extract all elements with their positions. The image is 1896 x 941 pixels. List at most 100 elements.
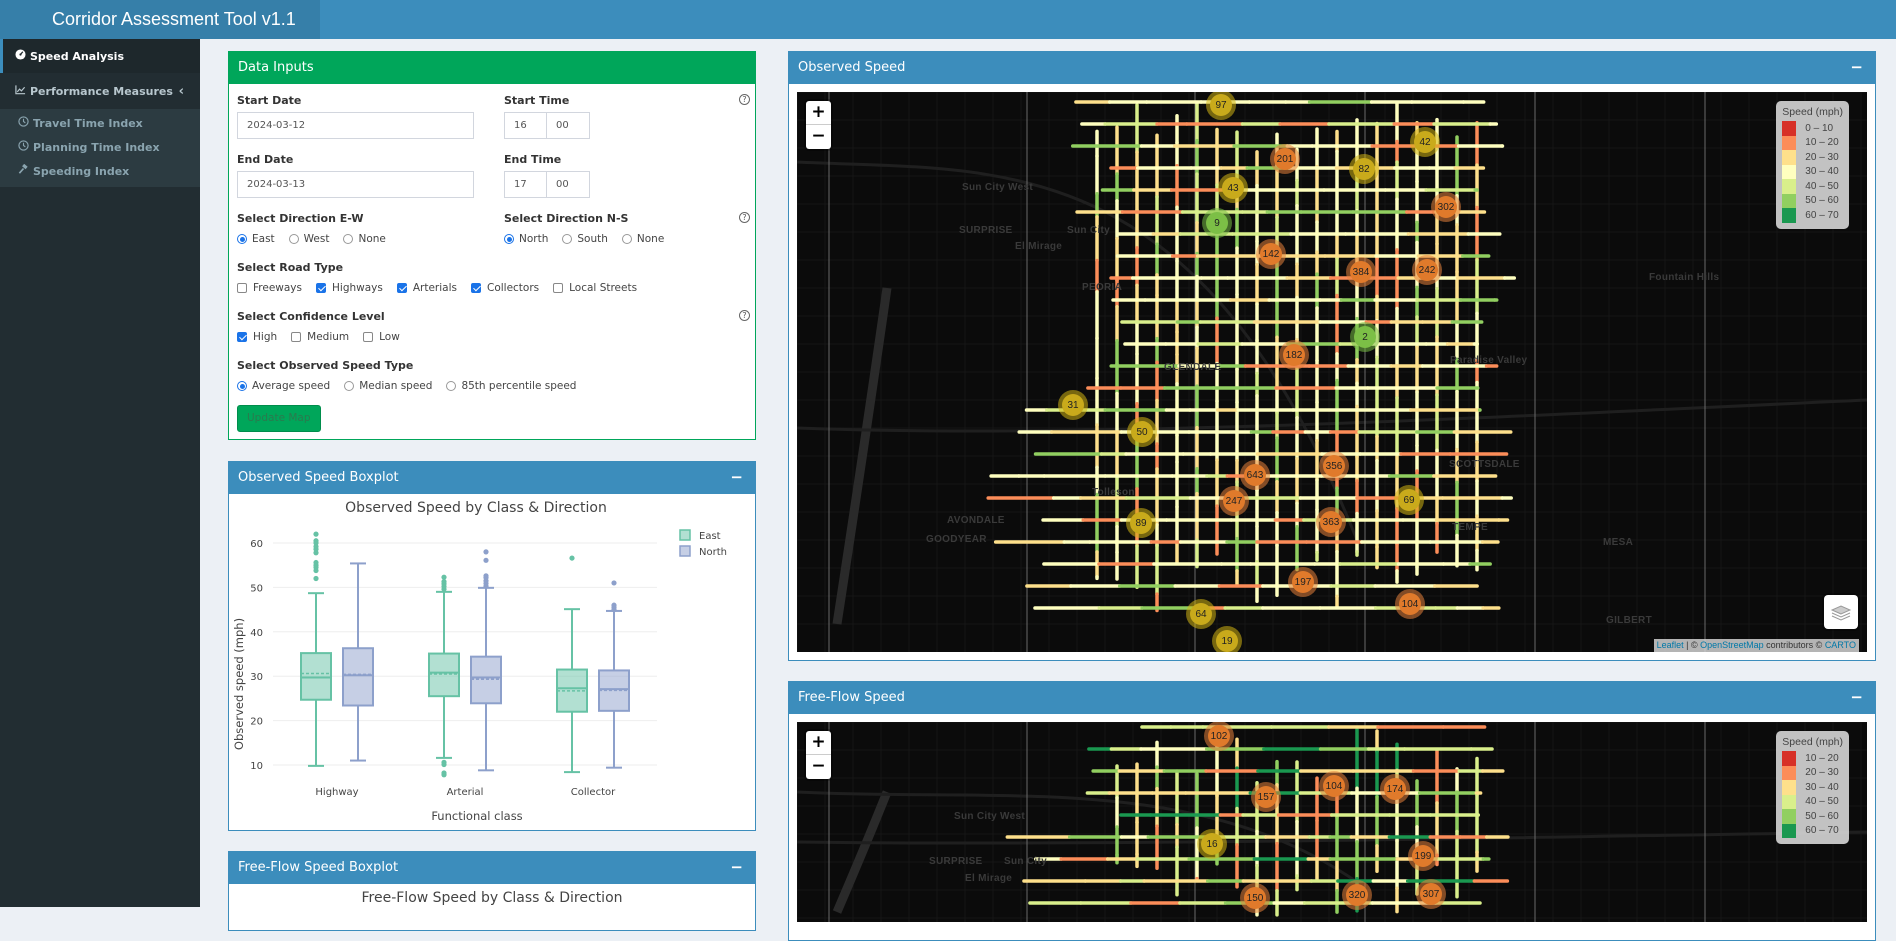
collapse-button[interactable]: − xyxy=(1850,51,1863,84)
help-icon[interactable]: ? xyxy=(739,310,750,321)
marker-cluster[interactable]: 384 xyxy=(1346,257,1376,287)
end-hour-input[interactable]: 17 xyxy=(504,171,547,198)
leaflet-link[interactable]: Leaflet xyxy=(1657,640,1684,650)
observed-speed-map[interactable]: + − Speed (mph) 0 – 10 10 – 20 20 – 30 30 –… xyxy=(797,92,1867,652)
zoom-in-button[interactable]: + xyxy=(806,731,831,755)
radio-button[interactable] xyxy=(237,234,247,244)
marker-cluster[interactable]: 142 xyxy=(1256,239,1286,269)
sidebar-item-planning-time-index[interactable]: Planning Time Index xyxy=(0,135,200,159)
osm-link[interactable]: OpenStreetMap xyxy=(1700,640,1764,650)
zoom-out-button[interactable]: − xyxy=(806,755,831,779)
checkbox-highways[interactable]: Highways xyxy=(316,282,383,294)
marker-cluster[interactable]: 643 xyxy=(1240,460,1270,490)
marker-cluster[interactable]: 174 xyxy=(1380,774,1410,804)
checkbox[interactable] xyxy=(237,332,247,342)
start-minute-input[interactable]: 00 xyxy=(546,112,590,139)
marker-cluster[interactable]: 19 xyxy=(1212,626,1242,652)
checkbox-low[interactable]: Low xyxy=(363,331,400,343)
sidebar-item-speeding-index[interactable]: Speeding Index xyxy=(0,159,200,183)
end-date-input[interactable]: 2024-03-13 xyxy=(237,171,474,198)
end-minute-input[interactable]: 00 xyxy=(546,171,590,198)
carto-link[interactable]: CARTO xyxy=(1825,640,1856,650)
checkbox-freeways[interactable]: Freeways xyxy=(237,282,302,294)
radio-north[interactable]: North xyxy=(504,233,548,245)
checkbox[interactable] xyxy=(291,332,302,342)
marker-cluster[interactable]: 320 xyxy=(1342,880,1372,910)
start-date-input[interactable]: 2024-03-12 xyxy=(237,112,474,139)
radio-button[interactable] xyxy=(344,381,355,391)
legend-label: 10 – 20 xyxy=(1805,752,1839,764)
marker-cluster[interactable]: 43 xyxy=(1218,173,1248,203)
marker-cluster[interactable]: 201 xyxy=(1270,144,1300,174)
marker-cluster[interactable]: 102 xyxy=(1204,722,1234,751)
checkbox-collectors[interactable]: Collectors xyxy=(470,282,539,294)
checkbox[interactable] xyxy=(396,283,407,293)
marker-cluster[interactable]: 89 xyxy=(1126,508,1156,538)
radio-button[interactable] xyxy=(562,234,573,244)
checkbox-medium[interactable]: Medium xyxy=(291,331,349,343)
radio-button[interactable] xyxy=(343,234,354,244)
marker-cluster[interactable]: 197 xyxy=(1288,567,1318,597)
marker-cluster[interactable]: 42 xyxy=(1410,127,1440,157)
marker-cluster[interactable]: 104 xyxy=(1395,589,1425,619)
marker-cluster[interactable]: 31 xyxy=(1058,390,1088,420)
radio-median-speed[interactable]: Median speed xyxy=(344,380,432,392)
marker-cluster[interactable]: 64 xyxy=(1186,599,1216,629)
marker-cluster[interactable]: 82 xyxy=(1349,154,1379,184)
marker-cluster[interactable]: 9 xyxy=(1202,208,1232,238)
collapse-button[interactable]: − xyxy=(730,461,743,494)
checkbox[interactable] xyxy=(553,283,564,293)
help-icon[interactable]: ? xyxy=(739,212,750,223)
checkbox[interactable] xyxy=(316,283,326,293)
marker-cluster[interactable]: 157 xyxy=(1251,782,1281,812)
radio-button[interactable] xyxy=(504,234,514,244)
start-hour-input[interactable]: 16 xyxy=(504,112,547,139)
marker-cluster[interactable]: 363 xyxy=(1316,507,1346,537)
sidebar-item-speed-analysis[interactable]: Speed Analysis xyxy=(0,39,200,73)
layers-button[interactable] xyxy=(1824,595,1858,629)
collapse-button[interactable]: − xyxy=(730,851,743,884)
radio-east[interactable]: East xyxy=(237,233,275,245)
marker-cluster[interactable]: 104 xyxy=(1319,771,1349,801)
chevron-left-icon[interactable]: ‹ xyxy=(179,84,184,99)
radio-85th-percentile-speed[interactable]: 85th percentile speed xyxy=(446,380,576,392)
radio-button[interactable] xyxy=(446,381,457,391)
marker-cluster[interactable]: 302 xyxy=(1431,192,1461,222)
sidebar-item-performance-measures[interactable]: Performance Measures ‹ xyxy=(0,73,200,109)
radio-button[interactable] xyxy=(288,234,299,244)
radio-west[interactable]: West xyxy=(288,233,329,245)
marker-cluster[interactable]: 2 xyxy=(1350,322,1380,352)
radio-south[interactable]: South xyxy=(562,233,608,245)
marker-cluster[interactable]: 307 xyxy=(1416,879,1446,909)
legend-label: 30 – 40 xyxy=(1805,166,1839,178)
radio-none-ns[interactable]: None xyxy=(621,233,664,245)
checkbox-arterials[interactable]: Arterials xyxy=(396,282,457,294)
marker-cluster[interactable]: 356 xyxy=(1319,451,1349,481)
checkbox-local-streets[interactable]: Local Streets xyxy=(553,282,637,294)
radio-button[interactable] xyxy=(621,234,632,244)
radio-none-ew[interactable]: None xyxy=(343,233,386,245)
cluster-count: 43 xyxy=(1222,177,1244,199)
checkbox[interactable] xyxy=(470,283,481,293)
zoom-out-button[interactable]: − xyxy=(806,125,831,149)
marker-cluster[interactable]: 69 xyxy=(1394,485,1424,515)
marker-cluster[interactable]: 150 xyxy=(1240,883,1270,913)
radio-average-speed[interactable]: Average speed xyxy=(237,380,330,392)
freeflow-speed-map[interactable]: + − Speed (mph) 10 – 20 20 – 30 30 – 40 40 … xyxy=(797,722,1867,922)
radio-button[interactable] xyxy=(237,381,247,391)
help-icon[interactable]: ? xyxy=(739,94,750,105)
marker-cluster[interactable]: 182 xyxy=(1279,340,1309,370)
marker-cluster[interactable]: 247 xyxy=(1219,486,1249,516)
update-map-button[interactable]: Update Map xyxy=(237,405,321,432)
marker-cluster[interactable]: 50 xyxy=(1127,417,1157,447)
zoom-in-button[interactable]: + xyxy=(806,101,831,125)
marker-cluster[interactable]: 16 xyxy=(1197,829,1227,859)
marker-cluster[interactable]: 199 xyxy=(1408,841,1438,871)
checkbox-high[interactable]: High xyxy=(237,331,277,343)
checkbox[interactable] xyxy=(237,283,247,293)
sidebar-item-travel-time-index[interactable]: Travel Time Index xyxy=(0,111,200,135)
collapse-button[interactable]: − xyxy=(1850,681,1863,714)
checkbox[interactable] xyxy=(363,332,374,342)
marker-cluster[interactable]: 242 xyxy=(1412,255,1442,285)
app-title[interactable]: Corridor Assessment Tool v1.1 xyxy=(0,0,320,39)
